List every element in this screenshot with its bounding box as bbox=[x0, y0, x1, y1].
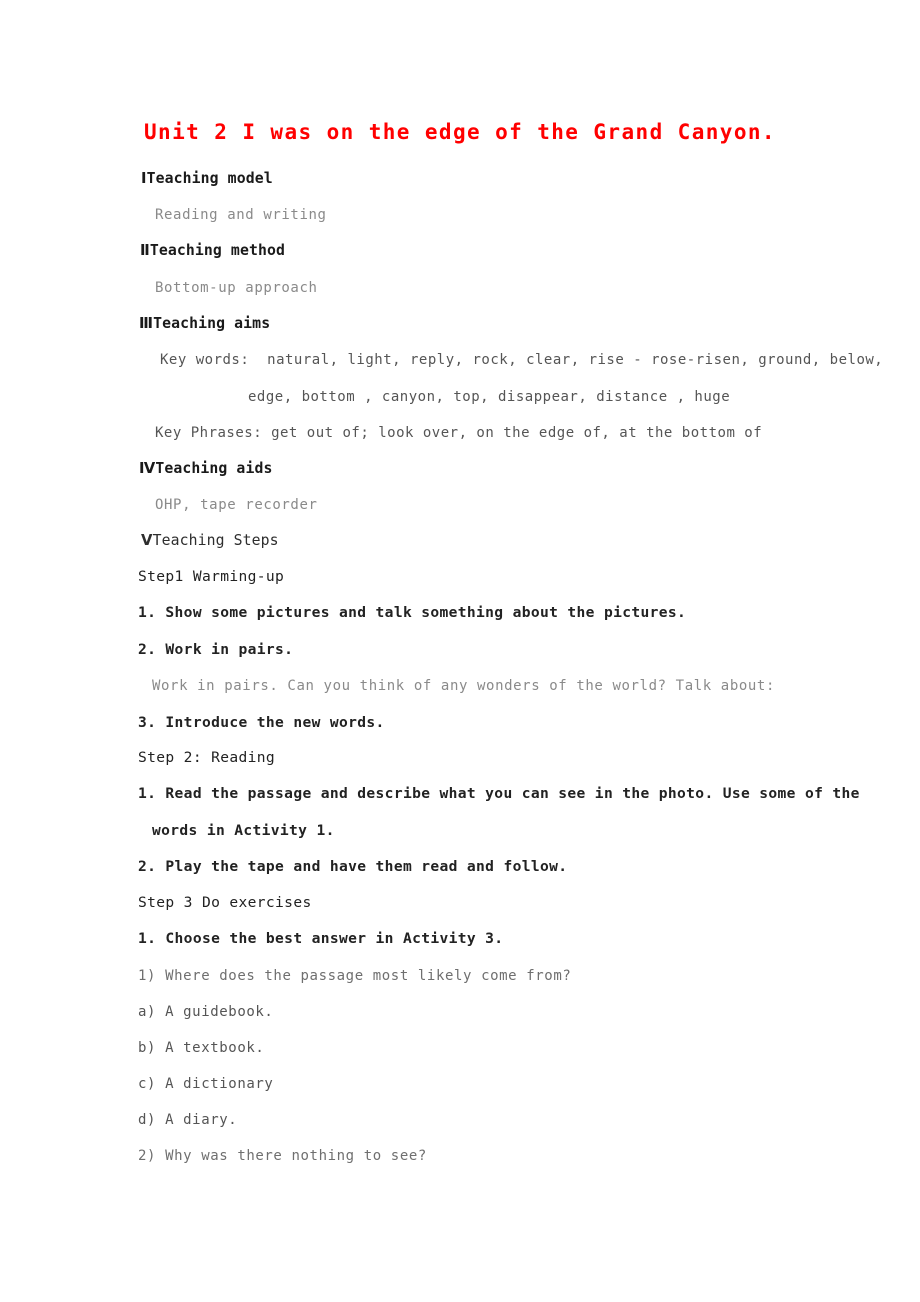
section-heading-label-1: Teaching model bbox=[146, 170, 273, 187]
section-body-reading-and-writing: Reading and writing bbox=[155, 207, 327, 223]
roman-numeral-5: Ⅴ bbox=[141, 532, 153, 549]
section-body-teaching-aids: OHP, tape recorder bbox=[155, 497, 318, 513]
step-item-2-2: 2. Play the tape and have them read and … bbox=[138, 858, 568, 875]
exercise-option-a: a) A guidebook. bbox=[138, 1004, 274, 1020]
key-words-line: Key words: natural, light, reply, rock, … bbox=[160, 352, 884, 368]
section-heading-teaching-aids: ⅣTeaching aids bbox=[139, 460, 272, 478]
page-title: Unit 2 I was on the edge of the Grand Ca… bbox=[144, 120, 776, 144]
document-page: Unit 2 I was on the edge of the Grand Ca… bbox=[0, 0, 920, 1302]
section-heading-label-4: Teaching aids bbox=[155, 460, 273, 477]
section-body-bottom-up-approach: Bottom-up approach bbox=[155, 280, 318, 296]
section-heading-label-5: Teaching Steps bbox=[152, 532, 279, 549]
exercise-option-d: d) A diary. bbox=[138, 1112, 238, 1128]
section-heading-teaching-steps: ⅤTeaching Steps bbox=[141, 532, 279, 550]
step-item-1-2: 2. Work in pairs. bbox=[138, 641, 294, 658]
step-item-2-1-continued: words in Activity 1. bbox=[152, 822, 335, 839]
roman-numeral-2: Ⅱ bbox=[140, 242, 150, 259]
exercise-option-b: b) A textbook. bbox=[138, 1040, 265, 1056]
roman-numeral-3: Ⅲ bbox=[139, 315, 154, 332]
step-item-1-1: 1. Show some pictures and talk something… bbox=[138, 604, 687, 621]
step-item-3-1: 1. Choose the best answer in Activity 3. bbox=[138, 930, 504, 947]
section-heading-teaching-aims: ⅢTeaching aims bbox=[139, 315, 270, 333]
section-heading-label-2: Teaching method bbox=[149, 242, 285, 259]
key-phrases-line: Key Phrases: get out of; look over, on t… bbox=[155, 425, 763, 441]
step-header-do-exercises: Step 3 Do exercises bbox=[138, 894, 312, 911]
section-heading-teaching-model: ⅠTeaching model bbox=[141, 170, 273, 188]
section-heading-label-3: Teaching aims bbox=[153, 315, 271, 332]
step-item-1-3: 3. Introduce the new words. bbox=[138, 714, 385, 731]
roman-numeral-4: Ⅳ bbox=[139, 460, 156, 477]
exercise-option-c: c) A dictionary bbox=[138, 1076, 274, 1092]
step-item-1-2-detail: Work in pairs. Can you think of any wond… bbox=[152, 678, 775, 694]
section-heading-teaching-method: ⅡTeaching method bbox=[140, 242, 285, 260]
step-item-2-1: 1. Read the passage and describe what yo… bbox=[138, 785, 860, 802]
step-header-warming-up: Step1 Warming-up bbox=[138, 568, 285, 585]
exercise-question-1: 1) Where does the passage most likely co… bbox=[138, 968, 572, 984]
exercise-question-2: 2) Why was there nothing to see? bbox=[138, 1148, 427, 1164]
step-header-reading: Step 2: Reading bbox=[138, 749, 276, 766]
key-words-continued-line: edge, bottom , canyon, top, disappear, d… bbox=[248, 389, 731, 405]
